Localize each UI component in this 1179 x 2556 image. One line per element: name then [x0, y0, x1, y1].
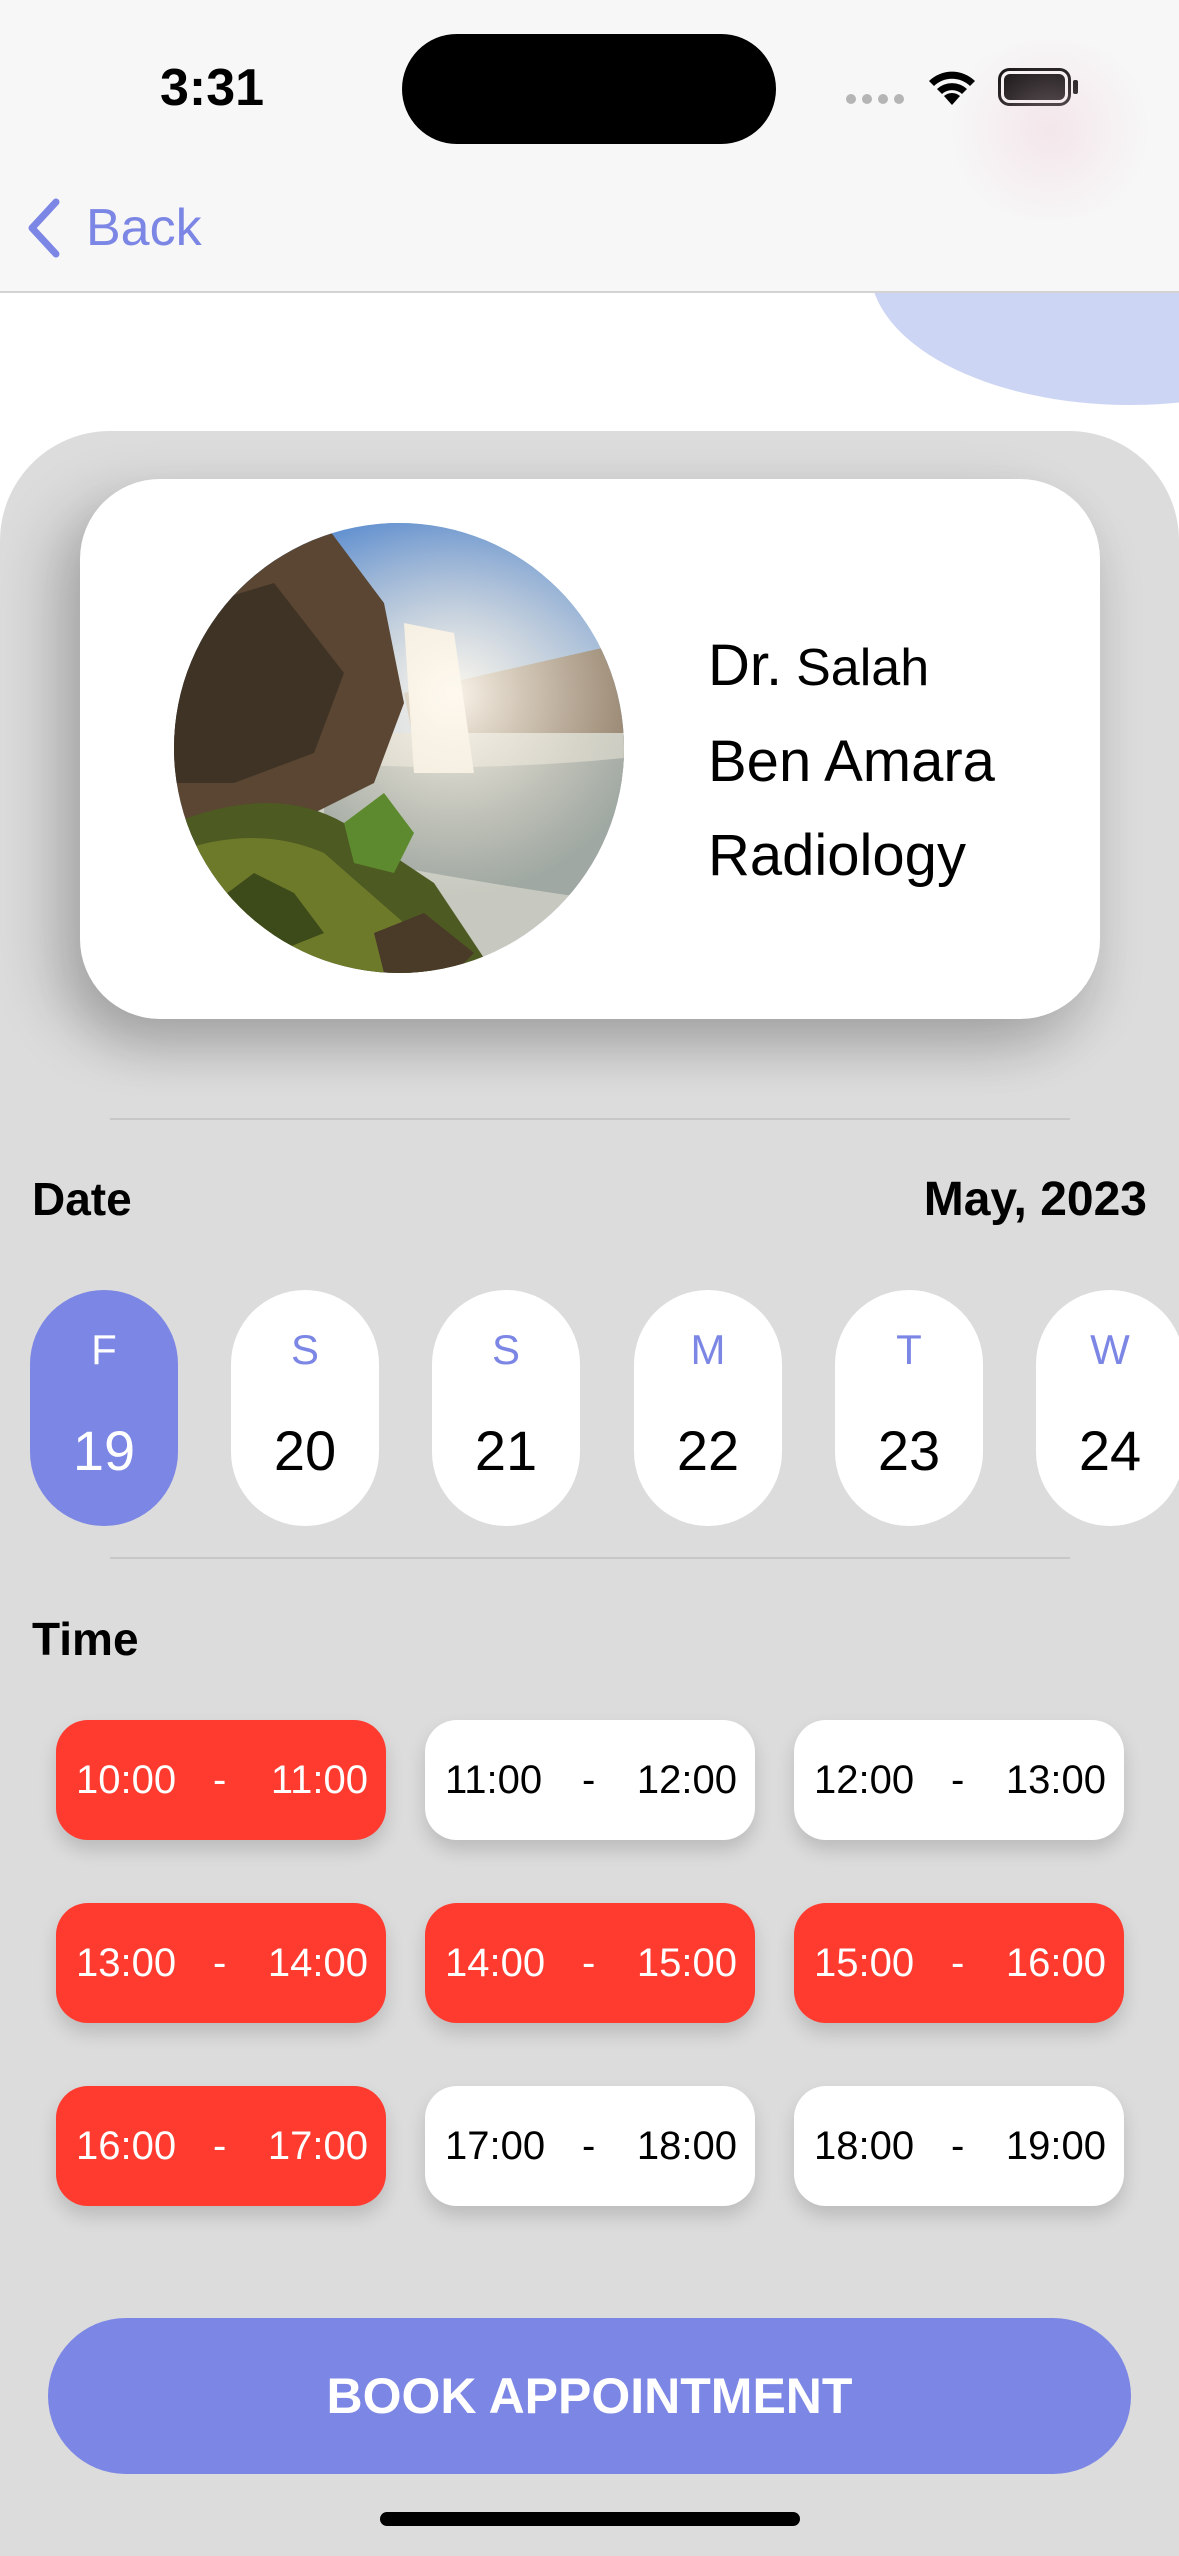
slot-separator: - [582, 1758, 596, 1802]
day-of-week: F [91, 1326, 117, 1373]
day-of-week: S [491, 1326, 520, 1373]
slot-end: 15:00 [636, 1941, 737, 1985]
day-item[interactable]: S 20 [231, 1290, 379, 1526]
slot-start: 12:00 [814, 1758, 915, 1802]
doctor-first-name: Salah [796, 639, 930, 697]
slot-separator: - [951, 1758, 965, 1802]
doctor-avatar [174, 523, 624, 973]
day-item[interactable]: F 19 [30, 1290, 178, 1526]
slot-separator: - [951, 1941, 965, 1985]
slot-end: 12:00 [636, 1758, 737, 1802]
slot-start: 10:00 [76, 1758, 177, 1802]
slot-separator: - [213, 1941, 227, 1985]
slot-end: 11:00 [270, 1758, 368, 1802]
day-of-week: W [1090, 1326, 1130, 1373]
time-slot[interactable]: 13:00-14:00 [56, 1903, 386, 2023]
day-number: 20 [273, 1419, 337, 1482]
date-label: Date [32, 1173, 132, 1225]
time-label: Time [32, 1613, 139, 1665]
time-slot[interactable]: 16:00-17:00 [56, 2086, 386, 2206]
day-number: 23 [877, 1419, 941, 1482]
time-slot[interactable]: 11:00-12:00 [425, 1720, 755, 1840]
doctor-info: Dr. Salah Ben Amara Radiology [708, 619, 995, 903]
day-number: 19 [72, 1419, 136, 1482]
slot-end: 13:00 [1005, 1758, 1106, 1802]
day-item[interactable]: S 21 [432, 1290, 580, 1526]
dynamic-island [402, 34, 776, 144]
back-label: Back [86, 199, 202, 257]
back-button[interactable]: Back [24, 196, 202, 260]
booking-screen: 3:31 Back Dr. Salah Ben Amara Radiology … [0, 0, 1179, 2556]
decorative-glow [940, 40, 1160, 220]
slot-separator: - [213, 2124, 227, 2168]
book-appointment-button[interactable]: BOOK APPOINTMENT [48, 2318, 1131, 2474]
doctor-card: Dr. Salah Ben Amara Radiology [80, 479, 1100, 1019]
day-of-week: M [690, 1326, 726, 1373]
time-slot[interactable]: 17:00-18:00 [425, 2086, 755, 2206]
time-slot[interactable]: 18:00-19:00 [794, 2086, 1124, 2206]
day-of-week: S [290, 1326, 319, 1373]
slot-start: 18:00 [814, 2124, 915, 2168]
doctor-title-prefix: Dr. [708, 633, 783, 698]
time-slot[interactable]: 15:00-16:00 [794, 1903, 1124, 2023]
slot-start: 17:00 [445, 2124, 546, 2168]
slot-start: 13:00 [76, 1941, 177, 1985]
chevron-left-icon [28, 198, 60, 258]
doctor-name-line: Dr. Salah [708, 619, 995, 715]
doctor-last-name: Ben Amara [708, 729, 995, 794]
day-item[interactable]: W 24 [1036, 1290, 1179, 1526]
slot-start: 14:00 [445, 1941, 546, 1985]
slot-separator: - [213, 1758, 227, 1802]
slot-start: 15:00 [814, 1941, 915, 1985]
slot-end: 17:00 [267, 2124, 368, 2168]
day-item[interactable]: M 22 [634, 1290, 782, 1526]
slot-separator: - [951, 2124, 965, 2168]
slot-start: 11:00 [445, 1758, 543, 1802]
waterfall-photo-icon [174, 523, 624, 973]
home-indicator [380, 2512, 800, 2526]
time-slot[interactable]: 10:00-11:00 [56, 1720, 386, 1840]
divider-middle [110, 1557, 1070, 1559]
slot-end: 14:00 [267, 1941, 368, 1985]
day-of-week: T [896, 1326, 922, 1373]
day-number: 22 [676, 1419, 740, 1482]
slot-start: 16:00 [76, 2124, 177, 2168]
slot-separator: - [582, 2124, 596, 2168]
slot-end: 16:00 [1005, 1941, 1106, 1985]
day-number: 24 [1078, 1419, 1142, 1482]
day-item[interactable]: T 23 [835, 1290, 983, 1526]
slot-end: 19:00 [1005, 2124, 1106, 2168]
divider-top [110, 1118, 1070, 1120]
cellular-signal-icon [846, 94, 906, 106]
slot-end: 18:00 [636, 2124, 737, 2168]
day-number: 21 [474, 1419, 538, 1482]
slot-separator: - [582, 1941, 596, 1985]
status-time: 3:31 [160, 59, 265, 117]
time-slot[interactable]: 12:00-13:00 [794, 1720, 1124, 1840]
month-label: May, 2023 [923, 1173, 1147, 1226]
doctor-specialty: Radiology [708, 823, 966, 888]
time-slot[interactable]: 14:00-15:00 [425, 1903, 755, 2023]
